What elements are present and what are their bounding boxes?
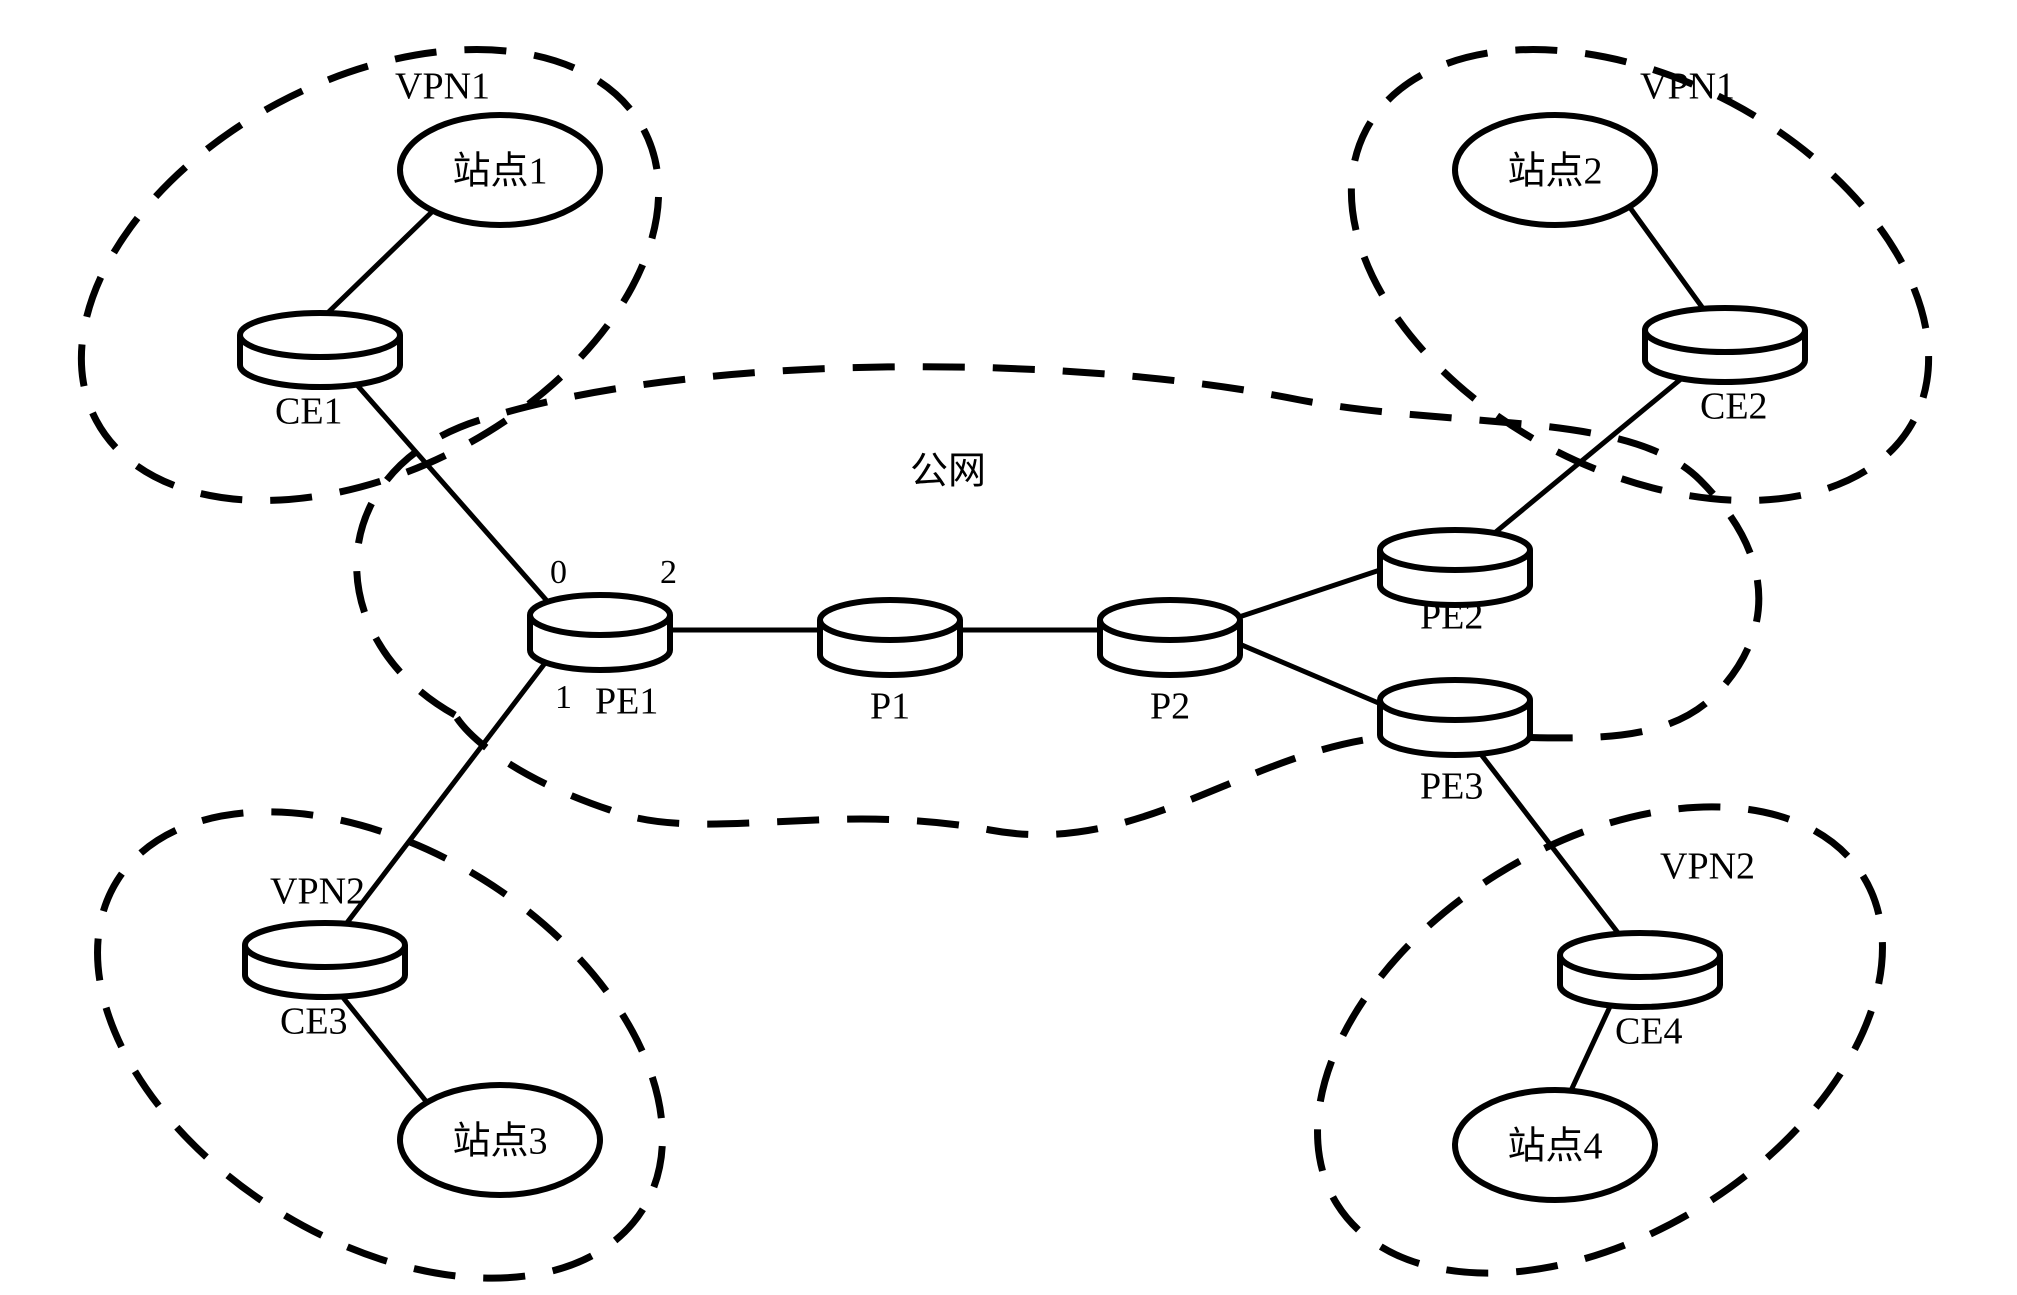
- vpn2-left-boundary: [14, 715, 746, 1295]
- pe3-label: PE3: [1420, 766, 1483, 808]
- p2-router: [1100, 600, 1240, 675]
- links: [310, 175, 1715, 1125]
- ce1-label: CE1: [275, 391, 343, 433]
- pe2-router: [1380, 530, 1530, 605]
- site4-label: 站点4: [1507, 1126, 1602, 1168]
- p2-label: P2: [1150, 686, 1190, 728]
- ce2-router: [1645, 308, 1805, 382]
- pe1-router: [530, 595, 670, 670]
- pe3-router: [1380, 680, 1530, 755]
- p1-label: P1: [870, 686, 910, 728]
- vpn1-right-label: VPN1: [1640, 66, 1735, 108]
- ce2-label: CE2: [1700, 386, 1768, 428]
- routers: [240, 308, 1805, 1007]
- vpn2-left-label: VPN2: [270, 871, 365, 913]
- vpn2-right-label: VPN2: [1660, 846, 1755, 888]
- site3-label: 站点3: [452, 1121, 547, 1163]
- vpn1-left-label: VPN1: [395, 66, 490, 108]
- public-net-label: 公网: [910, 451, 986, 493]
- network-topology-diagram: VPN1 VPN1 VPN2 VPN2 站点1 站点2 站点3 站点4 CE1 …: [0, 0, 2017, 1295]
- site1-label: 站点1: [452, 151, 547, 193]
- ce3-router: [245, 923, 405, 997]
- site2-label: 站点2: [1507, 151, 1602, 193]
- pe1-port-2: 2: [660, 554, 677, 591]
- labels: VPN1 VPN1 VPN2 VPN2 站点1 站点2 站点3 站点4 CE1 …: [270, 66, 1768, 1168]
- pe1-port-1: 1: [555, 679, 572, 716]
- pe2-label: PE2: [1420, 596, 1483, 638]
- ce4-router: [1560, 933, 1720, 1007]
- pe1-port-0: 0: [550, 554, 567, 591]
- ce1-router: [240, 313, 400, 387]
- ce3-label: CE3: [280, 1001, 348, 1043]
- pe1-label: PE1: [595, 681, 658, 723]
- ce4-label: CE4: [1615, 1011, 1683, 1053]
- p1-router: [820, 600, 960, 675]
